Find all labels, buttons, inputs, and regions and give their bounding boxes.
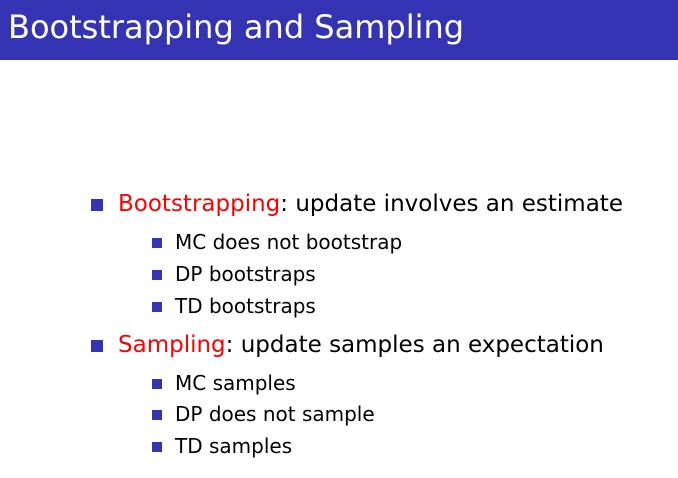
subitem-text: DP does not sample [175, 402, 375, 426]
square-bullet-icon [152, 379, 162, 389]
subitem-text: MC does not bootstrap [175, 230, 403, 254]
square-bullet-icon [152, 410, 162, 420]
term-description: : update involves an estimate [280, 191, 623, 217]
list-item-bootstrapping: Bootstrapping: update involves an estima… [91, 189, 623, 219]
square-bullet-icon [91, 199, 103, 211]
list-subitem: MC does not bootstrap [152, 229, 403, 255]
term-description: : update samples an expectation [225, 332, 604, 358]
list-item-sampling: Sampling: update samples an expectation [91, 330, 604, 360]
subitem-text: TD samples [175, 434, 293, 458]
square-bullet-icon [91, 340, 103, 352]
subitem-text: MC samples [175, 371, 296, 395]
square-bullet-icon [152, 302, 162, 312]
subitem-text: TD bootstraps [175, 294, 316, 318]
list-subitem: DP bootstraps [152, 261, 316, 287]
list-subitem: MC samples [152, 370, 296, 396]
term-label: Sampling [118, 332, 226, 358]
list-subitem: DP does not sample [152, 401, 375, 427]
square-bullet-icon [152, 442, 162, 452]
list-subitem: TD samples [152, 433, 293, 459]
square-bullet-icon [152, 270, 162, 280]
bullet-list: Bootstrapping: update involves an estima… [0, 0, 678, 478]
subitem-text: DP bootstraps [175, 262, 316, 286]
term-label: Bootstrapping [118, 191, 281, 217]
list-subitem: TD bootstraps [152, 293, 316, 319]
square-bullet-icon [152, 238, 162, 248]
